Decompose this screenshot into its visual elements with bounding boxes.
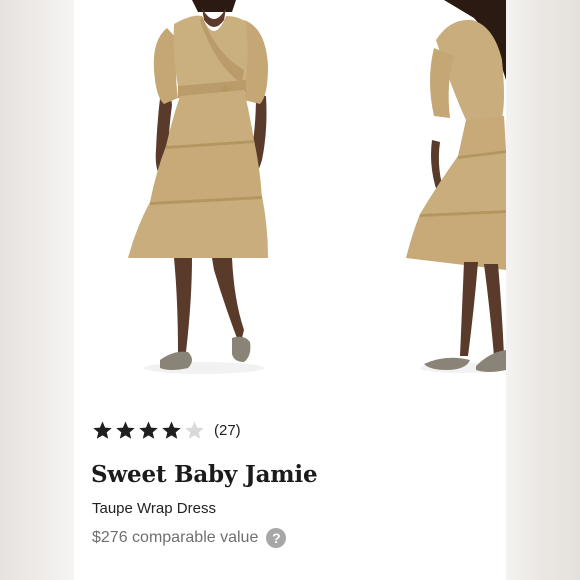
product-image-side[interactable] <box>406 0 506 373</box>
review-count[interactable]: (27) <box>214 422 241 439</box>
blurred-background-left <box>0 0 74 580</box>
star-filled-icon <box>161 420 182 441</box>
star-filled-icon <box>115 420 136 441</box>
product-image-front[interactable] <box>128 0 268 374</box>
product-title: Taupe Wrap Dress <box>92 500 216 517</box>
product-image-gallery[interactable] <box>74 0 506 390</box>
comparable-price: $276 comparable value <box>92 529 259 546</box>
brand-name[interactable]: Sweet Baby Jamie <box>91 461 318 488</box>
star-rating[interactable]: (27) <box>92 419 241 441</box>
product-card: (27) Sweet Baby Jamie Taupe Wrap Dress $… <box>74 0 506 580</box>
blurred-background-right <box>506 0 580 580</box>
help-icon[interactable]: ? <box>266 528 287 548</box>
star-empty-icon <box>184 420 205 441</box>
price-row: $276 comparable value ? <box>92 528 287 548</box>
star-filled-icon <box>92 420 113 441</box>
star-filled-icon <box>138 420 159 441</box>
